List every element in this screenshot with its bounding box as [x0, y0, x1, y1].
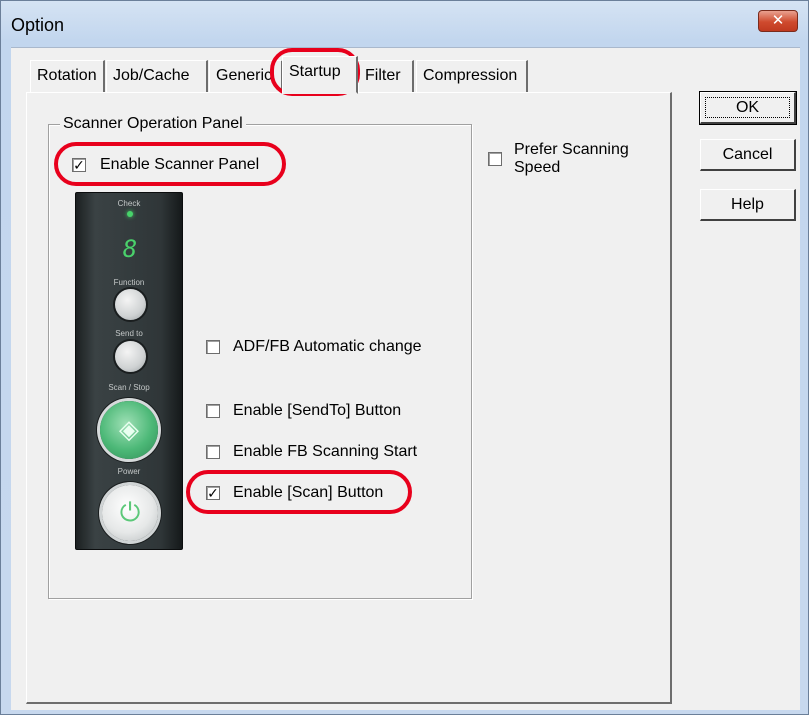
tab-compression[interactable]: Compression [416, 60, 528, 92]
send-to-label: Send to [115, 329, 143, 338]
prefer-scanning-speed-checkbox[interactable] [488, 152, 502, 166]
close-icon: ✕ [771, 12, 785, 29]
label-line-1: Prefer Scanning [514, 141, 629, 158]
power-label: Power [117, 467, 141, 476]
tab-label: Startup [289, 63, 341, 80]
enable-scan-button-checkbox[interactable]: ✓ [206, 486, 220, 500]
prefer-scanning-speed-label[interactable]: Prefer Scanning Speed [514, 141, 629, 177]
tab-label: Generic [216, 67, 273, 84]
cancel-button[interactable]: Cancel [700, 139, 796, 171]
ok-button[interactable]: OK [699, 91, 797, 125]
send-to-button-icon [115, 341, 146, 372]
tab-job-cache[interactable]: Job/Cache [106, 60, 208, 92]
tab-label: Compression [423, 67, 518, 84]
label-line-2: Speed [514, 159, 561, 176]
adf-fb-automatic-change-checkbox[interactable] [206, 340, 220, 354]
power-button-icon: ⏻ [102, 485, 158, 541]
check-label: Check [117, 199, 141, 208]
enable-sendto-button-label[interactable]: Enable [SendTo] Button [233, 402, 401, 420]
enable-fb-scanning-start-label[interactable]: Enable FB Scanning Start [233, 443, 417, 461]
cancel-label: Cancel [722, 146, 773, 163]
tab-label: Filter [365, 67, 401, 84]
group-label: Scanner Operation Panel [60, 115, 246, 133]
scan-stop-label: Scan / Stop [108, 383, 150, 392]
window-title: Option [11, 15, 65, 35]
checkmark-icon: ✓ [73, 157, 85, 173]
tab-generic[interactable]: Generic [209, 60, 283, 92]
check-led [127, 211, 133, 217]
help-label: Help [731, 196, 764, 213]
focus-rectangle [705, 97, 790, 118]
scan-stop-button-icon: ◈ [100, 401, 158, 459]
close-button[interactable]: ✕ [758, 10, 798, 32]
tab-rotation[interactable]: Rotation [30, 60, 105, 92]
function-label: Function [113, 278, 145, 287]
enable-fb-scanning-start-checkbox[interactable] [206, 445, 220, 459]
function-button-icon [115, 289, 146, 320]
title-bar[interactable]: Option ✕ [1, 1, 808, 47]
help-button[interactable]: Help [700, 189, 796, 221]
tab-startup[interactable]: Startup [282, 56, 358, 94]
enable-scanner-panel-label[interactable]: Enable Scanner Panel [100, 156, 259, 174]
adf-fb-automatic-change-label[interactable]: ADF/FB Automatic change [233, 338, 422, 356]
scanner-panel-illustration: Check 8 Function Send to Scan / Stop ◈ P… [75, 192, 183, 550]
enable-scan-button-label[interactable]: Enable [Scan] Button [233, 484, 383, 502]
tab-label: Rotation [37, 67, 97, 84]
function-number-display: 8 [122, 235, 138, 263]
enable-sendto-button-checkbox[interactable] [206, 404, 220, 418]
tab-label: Job/Cache [113, 67, 190, 84]
checkmark-icon: ✓ [207, 485, 219, 501]
enable-scanner-panel-checkbox[interactable]: ✓ [72, 158, 86, 172]
tab-filter[interactable]: Filter [358, 60, 414, 92]
